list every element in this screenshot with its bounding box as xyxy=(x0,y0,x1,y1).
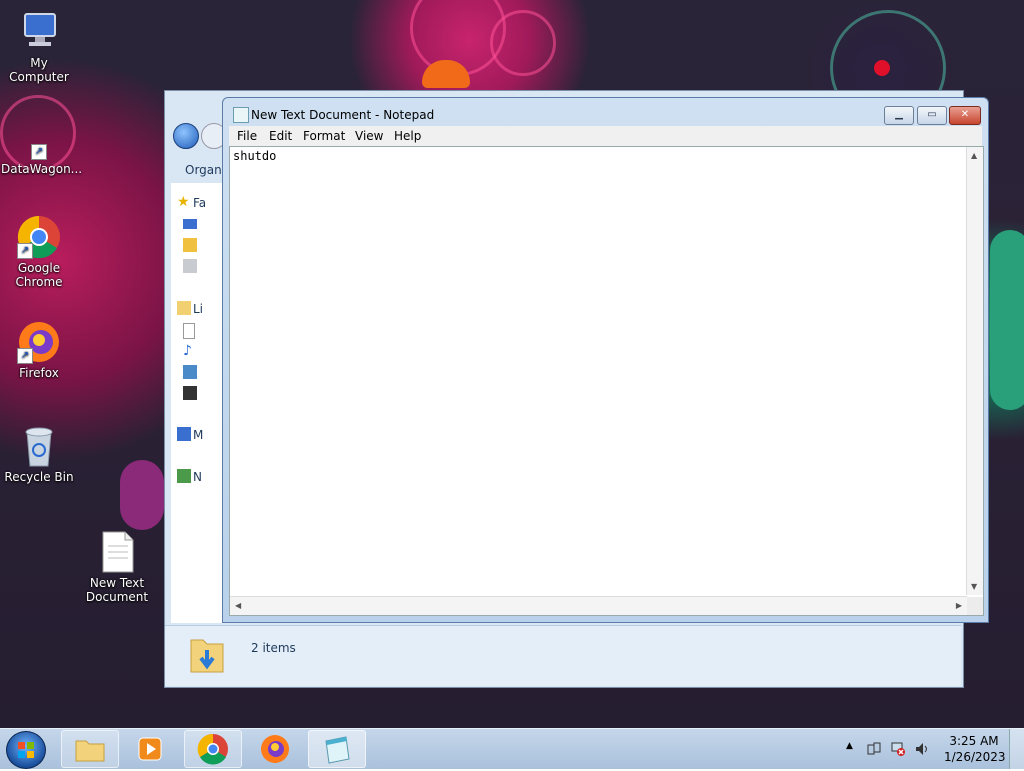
wallpaper-swirl xyxy=(490,10,556,76)
clock-date: 1/26/2023 xyxy=(944,750,1006,764)
horizontal-scrollbar[interactable]: ◀ ▶ xyxy=(230,596,967,615)
desktop-icon-recycle-bin[interactable]: Recycle Bin xyxy=(1,424,77,484)
wallpaper-dot xyxy=(874,60,890,76)
start-button[interactable] xyxy=(6,731,46,769)
scrollbar-corner xyxy=(967,597,983,615)
datawagon-shortcut-icon: ↗ xyxy=(17,130,61,160)
explorer-details-pane: 2 items xyxy=(165,625,961,686)
action-center-icon[interactable] xyxy=(866,741,882,760)
navigation-pane: ★ Fa Li ♪ M N xyxy=(171,183,223,623)
videos-icon xyxy=(183,386,197,400)
editor-content[interactable]: shutdo xyxy=(233,149,276,163)
desktop-folder-icon xyxy=(183,219,197,229)
menu-view[interactable]: View xyxy=(355,129,383,143)
show-hidden-icons-button[interactable]: ▲ xyxy=(846,741,853,751)
minimize-button[interactable]: ▁ xyxy=(884,106,914,125)
computer-icon xyxy=(17,10,61,54)
close-button[interactable]: ✕ xyxy=(949,106,981,125)
scroll-left-arrow-icon[interactable]: ◀ xyxy=(235,601,241,610)
nav-libraries[interactable]: Li xyxy=(193,302,203,316)
chrome-icon xyxy=(197,733,228,765)
pictures-icon xyxy=(183,365,197,379)
desktop: My Computer ↗ DataWagon... ↗ Google Chro… xyxy=(0,0,1024,728)
menu-edit[interactable]: Edit xyxy=(269,129,292,143)
desktop-icon-chrome[interactable]: ↗ Google Chrome xyxy=(1,215,77,289)
recent-places-icon xyxy=(183,259,197,273)
taskbar: ▲ 3:25 AM 1/26/2023 xyxy=(0,728,1024,769)
text-document-icon xyxy=(95,530,139,574)
nav-computer[interactable]: M xyxy=(193,428,203,442)
text-editor[interactable]: shutdo ▲ ▼ ◀ ▶ xyxy=(229,146,984,616)
vertical-scrollbar[interactable]: ▲ ▼ xyxy=(966,147,983,595)
folder-icon xyxy=(75,740,105,762)
notepad-icon xyxy=(233,107,249,123)
taskbar-explorer-button[interactable] xyxy=(61,730,119,768)
taskbar-chrome-button[interactable] xyxy=(184,730,242,768)
downloads-folder-icon xyxy=(183,238,197,252)
shortcut-arrow-icon: ↗ xyxy=(17,348,33,364)
wallpaper-blob xyxy=(990,230,1024,410)
firefox-icon: ↗ xyxy=(17,320,61,364)
item-count: 2 items xyxy=(251,641,296,655)
desktop-icon-label: Recycle Bin xyxy=(4,470,74,484)
computer-icon xyxy=(177,427,191,441)
shortcut-arrow-icon: ↗ xyxy=(31,144,47,160)
taskbar-firefox-button[interactable] xyxy=(246,730,304,768)
recycle-bin-icon xyxy=(17,424,61,468)
taskbar-media-player-button[interactable] xyxy=(122,730,180,768)
libraries-icon xyxy=(177,301,191,315)
firefox-icon xyxy=(261,735,289,763)
menu-format[interactable]: Format xyxy=(303,129,345,143)
media-player-icon xyxy=(138,737,162,761)
scroll-up-arrow-icon[interactable]: ▲ xyxy=(971,151,977,160)
scroll-down-arrow-icon[interactable]: ▼ xyxy=(971,582,977,591)
desktop-icon-label: DataWagon... xyxy=(1,162,83,176)
windows-logo-icon xyxy=(18,742,34,758)
star-icon: ★ xyxy=(177,194,190,210)
nav-favorites[interactable]: Fa xyxy=(193,196,206,210)
clock-time: 3:25 AM xyxy=(949,734,999,748)
notepad-icon xyxy=(325,736,350,764)
nav-network[interactable]: N xyxy=(193,470,202,484)
organize-menu[interactable]: Organ xyxy=(185,163,222,177)
desktop-icon-label: Google Chrome xyxy=(15,261,63,289)
notepad-window[interactable]: New Text Document - Notepad ▁ ▭ ✕ File E… xyxy=(222,97,989,623)
documents-icon xyxy=(183,323,195,339)
show-desktop-button[interactable] xyxy=(1009,729,1024,769)
back-button[interactable] xyxy=(173,123,199,149)
chrome-icon: ↗ xyxy=(17,215,61,259)
network-icon xyxy=(177,469,191,483)
taskbar-notepad-button[interactable] xyxy=(308,730,366,768)
menu-file[interactable]: File xyxy=(237,129,257,143)
network-disconnected-icon[interactable] xyxy=(890,741,906,760)
desktop-icon-label: My Computer xyxy=(9,56,69,84)
desktop-icon-label: Firefox xyxy=(19,366,59,380)
scroll-right-arrow-icon[interactable]: ▶ xyxy=(956,601,962,610)
desktop-icon-new-text-document[interactable]: New Text Document xyxy=(79,530,155,604)
window-title: New Text Document - Notepad xyxy=(251,108,435,122)
music-icon: ♪ xyxy=(183,343,192,359)
desktop-icon-my-computer[interactable]: My Computer xyxy=(1,10,77,84)
desktop-icon-firefox[interactable]: ↗ Firefox xyxy=(1,320,77,380)
folder-download-icon xyxy=(189,634,225,673)
volume-icon[interactable] xyxy=(914,741,930,760)
menu-bar: File Edit Format View Help xyxy=(229,126,982,146)
system-clock[interactable]: 3:25 AM 1/26/2023 xyxy=(944,733,1006,765)
desktop-icon-label: New Text Document xyxy=(85,576,149,604)
wallpaper-blob xyxy=(120,460,164,530)
menu-help[interactable]: Help xyxy=(394,129,421,143)
desktop-icon-datawagon[interactable]: ↗ DataWagon... xyxy=(1,130,83,176)
shortcut-arrow-icon: ↗ xyxy=(17,243,33,259)
maximize-button[interactable]: ▭ xyxy=(917,106,947,125)
